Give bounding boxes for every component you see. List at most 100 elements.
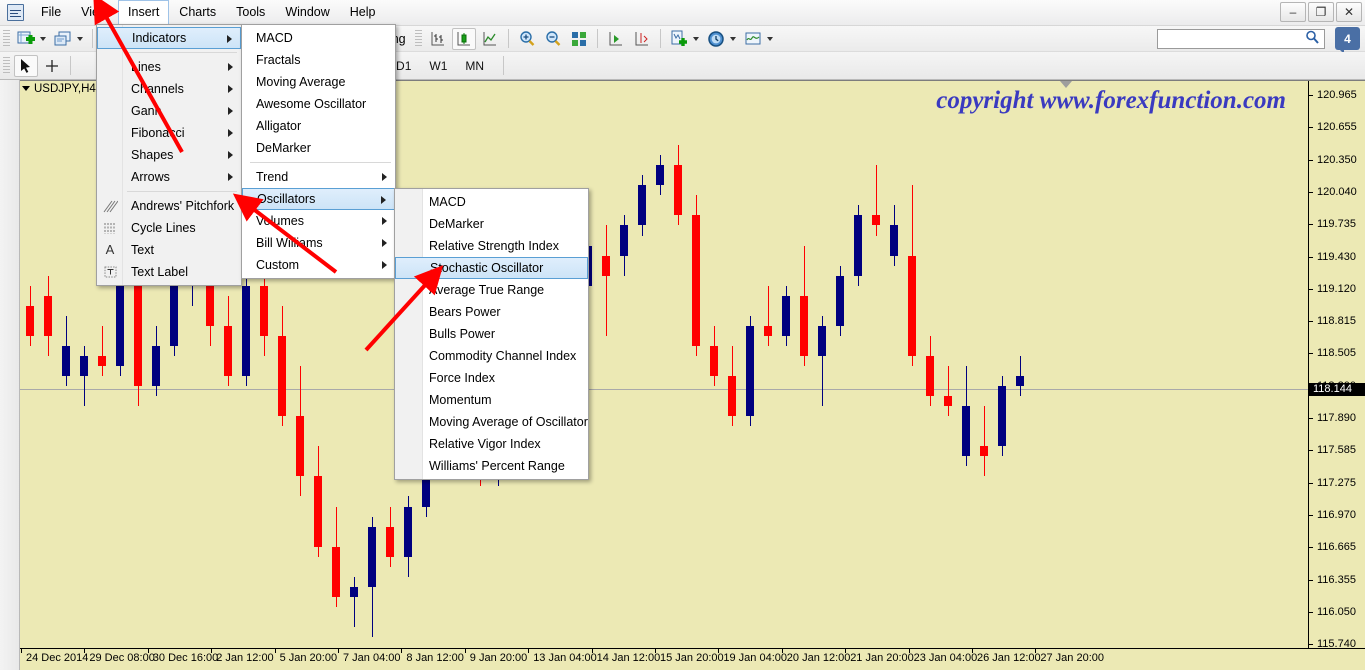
indicators-menu-item-trend[interactable]: Trend (242, 166, 395, 188)
insert-menu-item-fibonacci[interactable]: Fibonacci (97, 122, 241, 144)
oscillators-menu-item-momentum[interactable]: Momentum (395, 389, 588, 411)
auto-scroll-button[interactable] (604, 28, 628, 50)
submenu-arrow-icon (227, 35, 232, 43)
menu-item-label: Relative Strength Index (429, 239, 559, 253)
indicators-menu-item-volumes[interactable]: Volumes (242, 210, 395, 232)
chart-shift-button[interactable] (630, 28, 654, 50)
line-chart-button[interactable] (478, 28, 502, 50)
candle-body (872, 215, 880, 226)
insert-menu-item-text-label[interactable]: Text Label (97, 261, 241, 283)
profiles-button[interactable] (51, 28, 75, 50)
indicators-menu-item-macd[interactable]: MACD (242, 27, 395, 49)
bar-chart-button[interactable] (426, 28, 450, 50)
indicators-menu-item-alligator[interactable]: Alligator (242, 115, 395, 137)
menu-charts[interactable]: Charts (169, 0, 226, 25)
period-button[interactable] (704, 28, 728, 50)
menu-indicators-popup[interactable]: MACD Fractals Moving Average Awesome Oscill… (241, 24, 396, 279)
search-magnifier-icon[interactable] (1304, 29, 1321, 49)
timeframe-mn[interactable]: MN (457, 56, 492, 76)
candle-wick (606, 225, 607, 336)
oscillators-menu-item-relative-vigor-index[interactable]: Relative Vigor Index (395, 433, 588, 455)
oscillators-menu-item-force-index[interactable]: Force Index (395, 367, 588, 389)
oscillators-menu-item-relative-strength-index[interactable]: Relative Strength Index (395, 235, 588, 257)
candle-body (62, 345, 70, 377)
indicators-menu-item-fractals[interactable]: Fractals (242, 49, 395, 71)
oscillators-menu-item-bulls-power[interactable]: Bulls Power (395, 323, 588, 345)
chart-collapse-icon[interactable] (22, 86, 30, 92)
indicators-menu-item-awesome-oscillator[interactable]: Awesome Oscillator (242, 93, 395, 115)
cursor-toolbar-grip[interactable] (3, 56, 10, 75)
chart-toolbar-grip[interactable] (414, 29, 422, 48)
price-tick: 120.655 (1309, 121, 1365, 134)
time-tick: 24 Dec 2014 (20, 649, 89, 664)
menu-item-label: Williams' Percent Range (429, 459, 565, 473)
menu-view[interactable]: View (71, 0, 118, 25)
candle-body (332, 546, 340, 597)
toolbar-separator (92, 29, 93, 48)
time-tick: 19 Jan 04:00 (718, 649, 788, 664)
indicators-menu-item-oscillators[interactable]: Oscillators (242, 188, 395, 210)
insert-menu-item-cycle-lines[interactable]: Cycle Lines (97, 217, 241, 239)
oscillators-menu-item-williams-percent-range[interactable]: Williams' Percent Range (395, 455, 588, 477)
candle-body (296, 416, 304, 477)
tile-windows-button[interactable] (567, 28, 591, 50)
price-axis[interactable]: 120.965 120.655 120.350 120.040 119.735 119.4… (1308, 81, 1365, 650)
price-tick: 117.890 (1309, 412, 1365, 425)
insert-menu-item-indicators[interactable]: Indicators (97, 27, 241, 49)
insert-menu-item-lines[interactable]: Lines (97, 56, 241, 78)
crosshair-tool[interactable] (40, 55, 64, 77)
candle-body (368, 526, 376, 587)
chart-watermark: copyright www.forexfunction.com (936, 87, 1286, 114)
oscillators-menu-item-bears-power[interactable]: Bears Power (395, 301, 588, 323)
menu-tools[interactable]: Tools (226, 0, 275, 25)
oscillators-menu-item-moving-average-of-oscillator[interactable]: Moving Average of Oscillator (395, 411, 588, 433)
menu-insert[interactable]: Insert (118, 0, 170, 25)
oscillators-menu-item-demarker[interactable]: DeMarker (395, 213, 588, 235)
menu-oscillators-popup[interactable]: MACD DeMarker Relative Strength Index Stoch… (394, 188, 589, 480)
menu-insert-popup[interactable]: Indicators Lines Channels Gann Fibonacci Shap… (96, 24, 242, 286)
indicators-menu-item-bill-williams[interactable]: Bill Williams (242, 232, 395, 254)
templates-dropdown-icon[interactable] (766, 36, 773, 41)
submenu-arrow-icon (228, 129, 233, 137)
zoom-out-button[interactable] (541, 28, 565, 50)
minimize-button[interactable]: – (1280, 2, 1306, 22)
oscillators-menu-item-average-true-range[interactable]: Average True Range (395, 279, 588, 301)
menu-file[interactable]: File (31, 0, 71, 25)
time-axis[interactable]: 24 Dec 2014 29 Dec 08:00 30 Dec 16:00 2 Jan… (20, 648, 1365, 670)
oscillators-menu-item-commodity-channel-index[interactable]: Commodity Channel Index (395, 345, 588, 367)
indicators-menu-item-demarker[interactable]: DeMarker (242, 137, 395, 159)
period-dropdown-icon[interactable] (729, 36, 736, 41)
message-count-badge[interactable]: 4 (1335, 27, 1360, 54)
close-button[interactable]: ✕ (1336, 2, 1362, 22)
indicators-menu-item-moving-average[interactable]: Moving Average (242, 71, 395, 93)
insert-menu-item-andrews-pitchfork[interactable]: Andrews' Pitchfork (97, 195, 241, 217)
insert-menu-item-gann[interactable]: Gann (97, 100, 241, 122)
menu-window[interactable]: Window (275, 0, 339, 25)
oscillators-menu-item-stochastic-oscillator[interactable]: Stochastic Oscillator (395, 257, 588, 279)
oscillators-menu-item-macd[interactable]: MACD (395, 191, 588, 213)
insert-menu-item-shapes[interactable]: Shapes (97, 144, 241, 166)
cursor-arrow-tool[interactable] (14, 54, 38, 77)
indicators-dropdown-icon[interactable] (692, 36, 699, 41)
new-chart-dropdown-icon[interactable] (40, 36, 46, 41)
zoom-in-button[interactable] (515, 28, 539, 50)
search-input[interactable] (1158, 31, 1302, 47)
indicators-button[interactable] (667, 28, 691, 50)
toolbar-grip[interactable] (3, 29, 10, 48)
price-tick: 116.665 (1309, 541, 1365, 554)
new-chart-button[interactable] (14, 28, 38, 50)
menu-help[interactable]: Help (340, 0, 386, 25)
menu-item-label: Bulls Power (429, 327, 495, 341)
indicators-menu-item-custom[interactable]: Custom (242, 254, 395, 276)
timeframe-w1[interactable]: W1 (421, 56, 455, 76)
restore-button[interactable]: ❐ (1308, 2, 1334, 22)
profiles-dropdown-icon[interactable] (77, 36, 83, 41)
templates-button[interactable] (741, 28, 765, 50)
insert-menu-item-text[interactable]: A Text (97, 239, 241, 261)
submenu-arrow-icon (228, 107, 233, 115)
candle-body (638, 185, 646, 226)
search-box[interactable] (1157, 29, 1325, 49)
candlestick-chart-button[interactable] (451, 27, 476, 50)
insert-menu-item-channels[interactable]: Channels (97, 78, 241, 100)
insert-menu-item-arrows[interactable]: Arrows (97, 166, 241, 188)
